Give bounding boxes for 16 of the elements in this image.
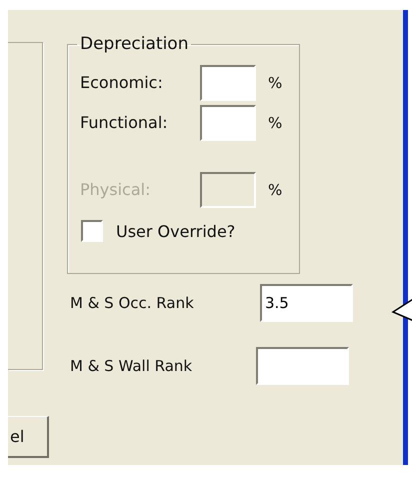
field-label: Economic: — [80, 73, 164, 92]
group-title: Depreciation — [79, 34, 190, 54]
unit-label: % — [268, 114, 282, 132]
field-label: Functional: — [80, 113, 169, 132]
cancel-button[interactable]: el — [8, 416, 49, 458]
percent-field[interactable] — [200, 104, 256, 140]
field-label: Physical: — [80, 180, 152, 199]
unit-label: % — [268, 180, 282, 198]
field-label: M & S Wall Rank — [70, 357, 194, 375]
rank-field[interactable] — [256, 347, 349, 385]
checkbox[interactable] — [81, 220, 103, 242]
field-label: M & S Occ. Rank — [70, 294, 195, 312]
rank-field[interactable]: 3.5 — [260, 284, 353, 322]
percent-field[interactable] — [200, 64, 256, 100]
checkbox-label: User Override? — [116, 222, 236, 240]
unit-label: % — [268, 74, 282, 92]
